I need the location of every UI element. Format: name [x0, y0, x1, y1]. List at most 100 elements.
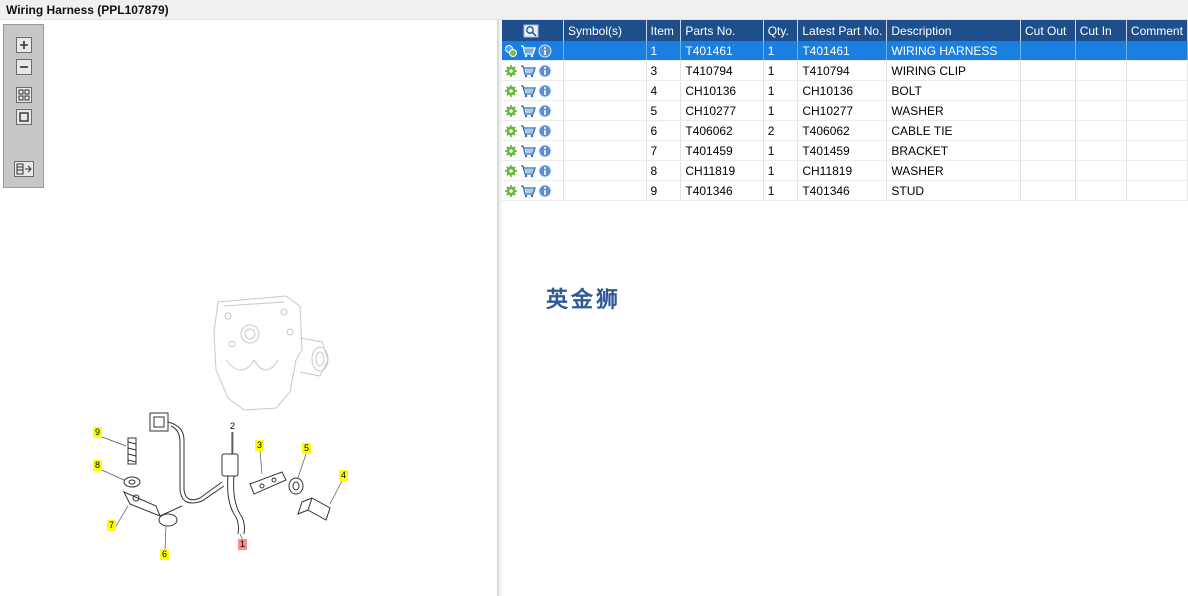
cart-icon[interactable] — [520, 144, 536, 158]
diagram-toolbox — [3, 24, 44, 188]
fit-window-icon — [19, 112, 29, 122]
comment-cell — [1126, 140, 1188, 161]
column-header-tools[interactable] — [502, 20, 564, 41]
table-row[interactable]: 4 CH10136 1 CH10136 BOLT — [502, 80, 1188, 101]
info-icon[interactable] — [538, 64, 552, 78]
info-icon[interactable] — [538, 84, 552, 98]
description-cell: WIRING HARNESS — [886, 41, 1022, 61]
gear-icon[interactable] — [504, 164, 518, 178]
info-icon[interactable] — [538, 104, 552, 118]
callout-item-7[interactable]: 7 — [107, 520, 116, 531]
fit-window-button[interactable] — [16, 109, 32, 125]
callout-item-8[interactable]: 8 — [93, 460, 102, 471]
table-row[interactable]: 9 T401346 1 T401346 STUD — [502, 180, 1188, 201]
table-row[interactable]: 7 T401459 1 T401459 BRACKET — [502, 140, 1188, 161]
comment-cell — [1126, 80, 1188, 101]
qty-cell: 1 — [763, 160, 799, 181]
table-search-icon — [523, 24, 539, 38]
callout-item-9[interactable]: 9 — [93, 427, 102, 438]
cart-icon[interactable] — [520, 124, 536, 138]
callout-label: 2 — [229, 421, 235, 431]
item-cell: 6 — [646, 120, 682, 141]
column-header-parts-no[interactable]: Parts No. — [680, 20, 764, 41]
parts-no-cell: T406062 — [680, 120, 764, 141]
info-icon[interactable] — [538, 144, 552, 158]
exploded-diagram[interactable] — [0, 20, 498, 596]
row-actions — [502, 180, 564, 201]
column-header-cut-in[interactable]: Cut In — [1075, 20, 1127, 41]
callout-item-5[interactable]: 5 — [302, 443, 311, 454]
gear-icon[interactable] — [504, 184, 518, 198]
column-header-comment[interactable]: Comment — [1126, 20, 1188, 41]
callout-label: 8 — [94, 460, 100, 470]
cut-out-cell — [1020, 160, 1076, 181]
window-title: Wiring Harness (PPL107879) — [6, 3, 169, 17]
cart-icon[interactable] — [520, 104, 536, 118]
description-cell: BRACKET — [886, 140, 1022, 161]
table-header-row: Symbol(s) Item Parts No. Qty. Latest Par… — [502, 20, 1188, 41]
cut-in-cell — [1075, 160, 1127, 181]
info-icon[interactable] — [538, 164, 552, 178]
description-cell: CABLE TIE — [886, 120, 1022, 141]
callout-label: 1 — [239, 539, 245, 549]
comment-cell — [1126, 180, 1188, 201]
column-header-qty[interactable]: Qty. — [763, 20, 799, 41]
gear-icon[interactable] — [504, 144, 518, 158]
cut-in-cell — [1075, 140, 1127, 161]
fit-all-button[interactable] — [16, 87, 32, 103]
cart-icon[interactable] — [520, 184, 536, 198]
cart-icon[interactable] — [520, 84, 536, 98]
cart-icon[interactable] — [520, 64, 536, 78]
qty-cell: 1 — [763, 60, 799, 81]
gear-icon[interactable] — [504, 84, 518, 98]
table-row[interactable]: 8 CH11819 1 CH11819 WASHER — [502, 160, 1188, 181]
table-row[interactable]: 5 CH10277 1 CH10277 WASHER — [502, 100, 1188, 121]
column-header-symbols[interactable]: Symbol(s) — [563, 20, 647, 41]
cut-in-cell — [1075, 41, 1127, 61]
parts-no-cell: T401461 — [680, 41, 764, 61]
info-icon[interactable] — [538, 124, 552, 138]
parts-no-cell: CH10136 — [680, 80, 764, 101]
symbols-cell — [563, 160, 647, 181]
table-row[interactable]: 1 T401461 1 T401461 WIRING HARNESS — [502, 41, 1188, 61]
column-header-item[interactable]: Item — [646, 20, 682, 41]
zoom-in-button[interactable] — [16, 37, 32, 53]
callout-item-4[interactable]: 4 — [339, 470, 348, 481]
row-actions — [502, 60, 564, 81]
symbols-cell — [563, 41, 647, 61]
cut-in-cell — [1075, 80, 1127, 101]
callout-item-6[interactable]: 6 — [160, 549, 169, 560]
watermark-text: 英金狮 — [546, 288, 622, 313]
qty-cell: 2 — [763, 120, 799, 141]
parts-no-cell: CH11819 — [680, 160, 764, 181]
gear-icon[interactable] — [504, 64, 518, 78]
callout-item-2[interactable]: 2 — [228, 421, 237, 432]
description-cell: BOLT — [886, 80, 1022, 101]
callout-item-3[interactable]: 3 — [255, 440, 264, 451]
latest-part-no-cell: T410794 — [797, 60, 888, 81]
assembly-icon[interactable] — [504, 44, 518, 58]
latest-part-no-cell: T401459 — [797, 140, 888, 161]
cut-out-cell — [1020, 140, 1076, 161]
gear-icon[interactable] — [504, 124, 518, 138]
zoom-out-button[interactable] — [16, 59, 32, 75]
export-list-button[interactable] — [14, 161, 34, 177]
row-actions — [502, 160, 564, 181]
cart-icon[interactable] — [520, 164, 536, 178]
row-actions — [502, 100, 564, 121]
table-row[interactable]: 3 T410794 1 T410794 WIRING CLIP — [502, 60, 1188, 81]
cut-out-cell — [1020, 80, 1076, 101]
info-icon[interactable] — [538, 44, 552, 58]
gear-icon[interactable] — [504, 104, 518, 118]
info-icon[interactable] — [538, 184, 552, 198]
cut-in-cell — [1075, 120, 1127, 141]
column-header-description[interactable]: Description — [886, 20, 1022, 41]
fit-all-icon — [18, 89, 30, 101]
diagram-pane[interactable]: 9 8 7 6 2 3 5 4 1 — [0, 20, 498, 596]
column-header-latest-part-no[interactable]: Latest Part No. — [797, 20, 888, 41]
export-list-icon — [16, 163, 32, 175]
cart-icon[interactable] — [520, 44, 536, 58]
column-header-cut-out[interactable]: Cut Out — [1020, 20, 1076, 41]
callout-item-1[interactable]: 1 — [238, 539, 247, 550]
table-row[interactable]: 6 T406062 2 T406062 CABLE TIE — [502, 120, 1188, 141]
